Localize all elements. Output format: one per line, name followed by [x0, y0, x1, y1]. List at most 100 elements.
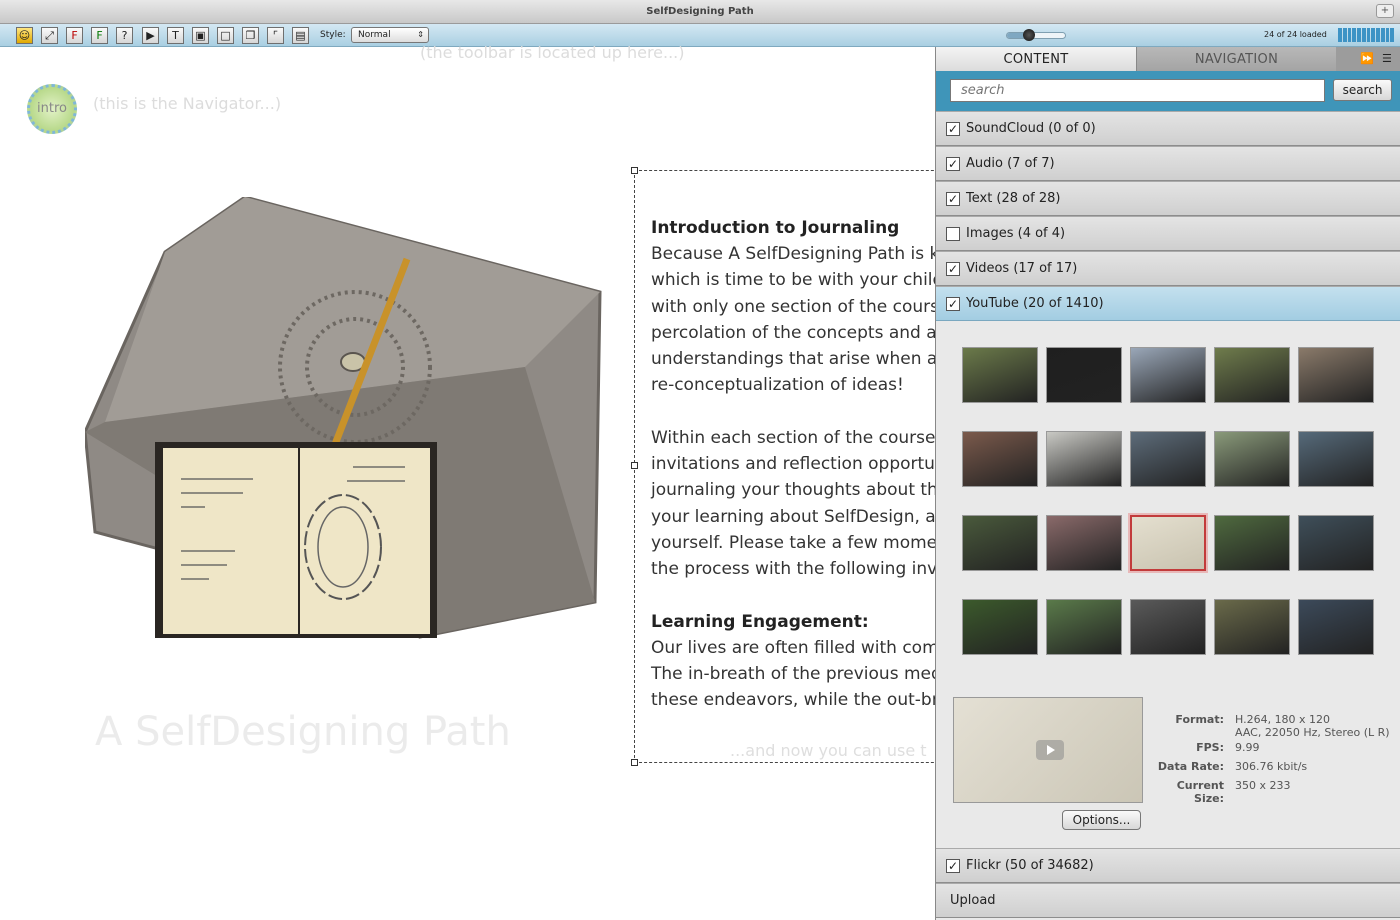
and-now-hint: ...and now you can use t: [730, 741, 927, 760]
panel-menu-icon[interactable]: ☰: [1382, 52, 1392, 65]
content-panel: CONTENT NAVIGATION ⏩ ☰ search ✓ SoundClou…: [935, 47, 1400, 920]
bring-front-icon[interactable]: ❐: [242, 27, 259, 44]
frame-handle-bottom-left[interactable]: [631, 759, 638, 766]
youtube-thumbnail[interactable]: [1214, 347, 1290, 403]
zoom-slider[interactable]: [1006, 29, 1066, 41]
para2-line: yourself. Please take a few momen: [651, 532, 948, 553]
meta-value: 306.76 kbit/s: [1235, 760, 1308, 773]
para1-line: which is time to be with your child a: [651, 270, 954, 291]
zoom-slider-knob[interactable]: [1023, 29, 1035, 41]
section-checkbox[interactable]: [946, 227, 960, 241]
youtube-thumbnail[interactable]: [1298, 599, 1374, 655]
youtube-thumbnail[interactable]: [1214, 431, 1290, 487]
youtube-thumbnail[interactable]: [1046, 431, 1122, 487]
youtube-thumbnail[interactable]: [962, 347, 1038, 403]
video-preview[interactable]: [953, 697, 1143, 803]
window-resize-icon[interactable]: +: [1376, 4, 1394, 18]
section-checkbox[interactable]: ✓: [946, 122, 960, 136]
section-soundcloud[interactable]: ✓ SoundCloud (0 of 0): [936, 111, 1400, 146]
section-flickr[interactable]: ✓ Flickr (50 of 34682): [936, 848, 1400, 883]
paragraph-1: Because A SelfDesigning Path is kep which…: [651, 241, 954, 399]
meta-value: H.264, 180 x 120: [1235, 713, 1331, 726]
remove-frame-icon[interactable]: F: [66, 27, 83, 44]
section-text[interactable]: ✓ Text (28 of 28): [936, 181, 1400, 216]
paragraph-2: Within each section of the course y invit…: [651, 425, 954, 583]
style-select[interactable]: Normal ⇕: [351, 27, 429, 43]
fast-forward-icon[interactable]: ⏩: [1360, 52, 1374, 65]
journal-image[interactable]: [85, 197, 605, 647]
section-checkbox[interactable]: ✓: [946, 859, 960, 873]
search-bar: search: [936, 71, 1400, 111]
para1-line: percolation of the concepts and act: [651, 322, 953, 343]
expand-icon[interactable]: ⤢: [41, 27, 58, 44]
youtube-thumbnail[interactable]: [1046, 515, 1122, 571]
search-input[interactable]: [950, 79, 1325, 102]
media-tool-icon[interactable]: ▣: [192, 27, 209, 44]
navigator-intro-button[interactable]: intro: [27, 84, 77, 134]
help-icon[interactable]: ?: [116, 27, 133, 44]
youtube-thumbnail[interactable]: [1298, 431, 1374, 487]
youtube-thumbnail[interactable]: [1046, 347, 1122, 403]
upload-label: Upload: [950, 893, 996, 908]
para2-line: invitations and reflection opportuni: [651, 454, 951, 475]
youtube-thumbnail[interactable]: [962, 431, 1038, 487]
youtube-thumbnail[interactable]: [1214, 599, 1290, 655]
youtube-thumbnail[interactable]: [1130, 431, 1206, 487]
text-tool-icon[interactable]: T: [167, 27, 184, 44]
window-title: SelfDesigning Path: [646, 6, 754, 17]
youtube-thumbnail[interactable]: [1298, 515, 1374, 571]
frame-handle-top-left[interactable]: [631, 167, 638, 174]
options-button[interactable]: Options...: [1062, 810, 1141, 830]
youtube-thumbnail[interactable]: [1130, 515, 1206, 571]
frame-handle-left[interactable]: [631, 462, 638, 469]
para2-line: journaling your thoughts about the: [651, 480, 949, 501]
loaded-status: 24 of 24 loaded: [1264, 30, 1327, 39]
pointer-tool-icon[interactable]: ▶: [142, 27, 159, 44]
page-canvas[interactable]: (the toolbar is located up here...) intr…: [0, 43, 954, 920]
para1-line: with only one section of the course: [651, 296, 950, 317]
section-youtube[interactable]: ✓ YouTube (20 of 1410): [936, 286, 1400, 321]
style-label: Style:: [320, 30, 346, 40]
play-icon[interactable]: [1036, 740, 1064, 760]
search-button[interactable]: search: [1333, 79, 1392, 101]
section-checkbox[interactable]: ✓: [946, 157, 960, 171]
section-checkbox[interactable]: ✓: [946, 262, 960, 276]
section-label: YouTube (20 of 1410): [966, 296, 1104, 311]
meta-key: Current Size:: [1176, 779, 1224, 805]
youtube-thumbnail[interactable]: [962, 515, 1038, 571]
para1-line: re-conceptualization of ideas!: [651, 375, 904, 396]
section-checkbox[interactable]: ✓: [946, 297, 960, 311]
send-back-icon[interactable]: ⌜: [267, 27, 284, 44]
section-images[interactable]: Images (4 of 4): [936, 216, 1400, 251]
section-videos[interactable]: ✓ Videos (17 of 17): [936, 251, 1400, 286]
section-checkbox[interactable]: ✓: [946, 192, 960, 206]
panel-tabs: CONTENT NAVIGATION ⏩ ☰: [936, 47, 1400, 71]
toolbar-hint: (the toolbar is located up here...): [420, 43, 685, 62]
section-label: SoundCloud (0 of 0): [966, 121, 1096, 136]
page-title-watermark: A SelfDesigning Path: [95, 709, 511, 755]
section-audio[interactable]: ✓ Audio (7 of 7): [936, 146, 1400, 181]
add-frame-icon[interactable]: F: [91, 27, 108, 44]
frame-tool-icon[interactable]: □: [217, 27, 234, 44]
upload-section[interactable]: Upload: [936, 883, 1400, 918]
para1-line: Because A SelfDesigning Path is kep: [651, 244, 954, 264]
meta-value: 350 x 233: [1235, 779, 1291, 792]
style-select-value: Normal: [358, 30, 391, 40]
title-bar: SelfDesigning Path +: [0, 0, 1400, 24]
youtube-thumbnail[interactable]: [1130, 599, 1206, 655]
user-icon[interactable]: ☺: [16, 27, 33, 44]
youtube-thumbnail[interactable]: [1214, 515, 1290, 571]
para3-line: Our lives are often filled with comm: [651, 637, 954, 658]
youtube-thumbnail[interactable]: [962, 599, 1038, 655]
youtube-thumbnail[interactable]: [1130, 347, 1206, 403]
text-frame-content[interactable]: Introduction to Journaling Because A Sel…: [651, 215, 954, 713]
heading-learning-engagement: Learning Engagement:: [651, 611, 869, 632]
para3-line: these endeavors, while the out-bre: [651, 690, 949, 711]
youtube-thumbnail[interactable]: [1046, 599, 1122, 655]
tab-content[interactable]: CONTENT: [936, 47, 1136, 71]
text-frame[interactable]: Introduction to Journaling Because A Sel…: [634, 170, 954, 763]
tab-navigation[interactable]: NAVIGATION: [1136, 47, 1336, 71]
youtube-thumbnail[interactable]: [1298, 347, 1374, 403]
group-icon[interactable]: ▤: [292, 27, 309, 44]
loading-progress-icon: [1338, 28, 1394, 42]
